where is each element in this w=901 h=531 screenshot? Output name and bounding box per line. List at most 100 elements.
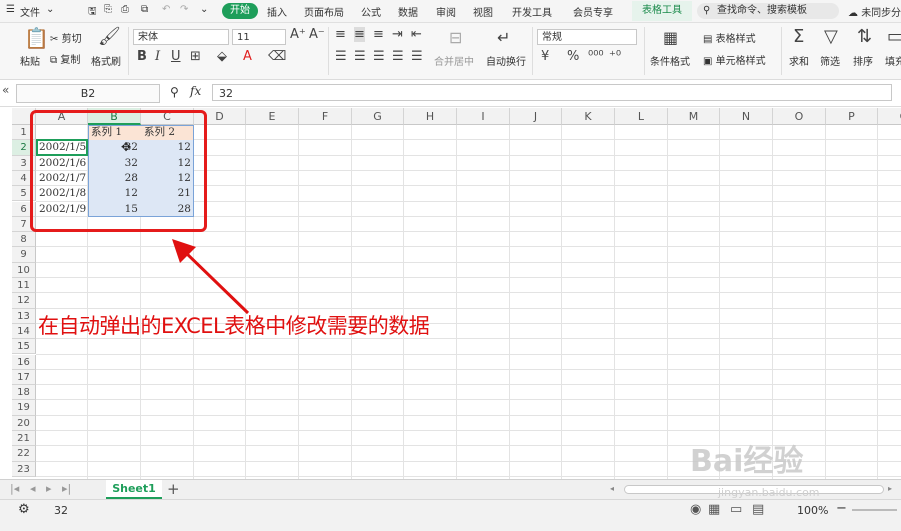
indent-icon[interactable]: ⇥ — [392, 27, 403, 42]
tab-formulas[interactable]: 公式 — [361, 4, 381, 19]
fill-button[interactable]: 填充 — [885, 53, 901, 68]
align-top-icon[interactable]: ≡ — [335, 27, 346, 42]
increase-decimal-icon[interactable]: ⁺⁰ — [609, 49, 621, 64]
column-header-l[interactable]: L — [615, 108, 668, 125]
row-header-14[interactable]: 14 — [12, 323, 36, 340]
filter-button[interactable]: 筛选 — [820, 53, 840, 68]
column-header-j[interactable]: J — [510, 108, 562, 125]
next-sheet-icon[interactable]: ▸ — [46, 482, 52, 495]
column-header-p[interactable]: P — [826, 108, 878, 125]
conditional-format-button[interactable]: 条件格式 — [650, 53, 690, 68]
row-header-11[interactable]: 11 — [12, 278, 36, 294]
outdent-icon[interactable]: ⇤ — [411, 27, 422, 42]
paste-icon[interactable]: 📋 — [24, 26, 49, 50]
last-sheet-icon[interactable]: ▸| — [62, 482, 71, 495]
scroll-right-icon[interactable]: ▸ — [888, 484, 892, 493]
tab-developer[interactable]: 开发工具 — [512, 4, 552, 19]
row-header-22[interactable]: 22 — [12, 446, 36, 462]
wrap-text-button[interactable]: 自动换行 — [486, 53, 526, 68]
print-icon[interactable]: ⎙ — [121, 4, 129, 15]
row-header-19[interactable]: 19 — [12, 400, 36, 416]
hamburger-icon[interactable]: ☰ — [6, 4, 15, 15]
row-header-20[interactable]: 20 — [12, 415, 36, 431]
sync-status[interactable]: ☁ 未同步 — [848, 4, 891, 19]
tab-review[interactable]: 审阅 — [436, 4, 456, 19]
clear-format-icon[interactable]: ⌫ — [268, 49, 286, 64]
tab-member[interactable]: 会员专享 — [573, 4, 613, 19]
tab-insert[interactable]: 插入 — [267, 4, 287, 19]
zoom-out-button[interactable]: − — [836, 501, 847, 516]
currency-button[interactable]: ¥ — [541, 49, 549, 64]
font-size-select[interactable]: 11 — [232, 29, 286, 45]
wrap-text-icon[interactable]: ↵ — [497, 28, 510, 47]
cell-style-button[interactable]: ▣ 单元格样式 — [703, 52, 766, 67]
first-sheet-icon[interactable]: |◂ — [10, 482, 19, 495]
column-header-n[interactable]: N — [720, 108, 773, 125]
row-header-16[interactable]: 16 — [12, 354, 36, 370]
column-header-e[interactable]: E — [246, 108, 299, 125]
tab-view[interactable]: 视图 — [473, 4, 493, 19]
merge-icon[interactable]: ⊟ — [449, 28, 462, 47]
align-left-icon[interactable]: ☰ — [335, 49, 347, 64]
scroll-left-icon[interactable]: ◂ — [610, 484, 624, 495]
undo-icon[interactable]: ↶ — [162, 4, 170, 15]
row-header-13[interactable]: 13 — [12, 308, 36, 324]
font-name-select[interactable]: 宋体 — [133, 29, 229, 45]
row-header-18[interactable]: 18 — [12, 385, 36, 401]
chevron-down-icon[interactable]: ⌄ — [200, 4, 208, 15]
sum-icon[interactable]: Σ — [793, 26, 804, 47]
align-center-icon[interactable]: ☰ — [354, 49, 366, 64]
column-header-h[interactable]: H — [404, 108, 457, 125]
bold-button[interactable]: B — [137, 49, 147, 64]
number-format-select[interactable]: 常规 — [537, 29, 637, 45]
column-header-o[interactable]: O — [773, 108, 826, 125]
row-header-23[interactable]: 23 — [12, 461, 36, 477]
borders-icon[interactable]: ⊞ — [190, 49, 201, 64]
add-sheet-button[interactable]: + — [167, 480, 180, 498]
tab-page-layout[interactable]: 页面布局 — [304, 4, 344, 19]
paste-button[interactable]: 粘贴 — [20, 53, 40, 68]
page-break-icon[interactable]: ▤ — [752, 502, 764, 517]
row-header-8[interactable]: 8 — [12, 232, 36, 248]
fill-color-icon[interactable]: ⬙ — [217, 49, 227, 64]
column-header-k[interactable]: K — [562, 108, 615, 125]
tab-home[interactable]: 开始 — [222, 3, 258, 19]
row-header-10[interactable]: 10 — [12, 262, 36, 278]
prev-sheet-icon[interactable]: ◂ — [30, 482, 36, 495]
format-painter-icon[interactable]: 🖌 — [98, 26, 121, 47]
export-icon[interactable]: ⎘ — [104, 4, 112, 15]
redo-icon[interactable]: ↷ — [180, 4, 188, 15]
column-header-i[interactable]: I — [457, 108, 510, 125]
preview-icon[interactable]: ⧉ — [141, 4, 148, 15]
zoom-level[interactable]: 100% — [797, 504, 828, 517]
align-middle-icon[interactable]: ≡ — [354, 27, 365, 42]
normal-view-icon[interactable]: ▦ — [708, 502, 720, 517]
italic-button[interactable]: I — [155, 49, 160, 64]
table-style-button[interactable]: ▤ 表格样式 — [703, 30, 756, 45]
conditional-format-icon[interactable]: ▦ — [663, 28, 678, 47]
sort-icon[interactable]: ⇅ — [857, 26, 872, 47]
tab-table-tools[interactable]: 表格工具 — [632, 1, 692, 21]
sum-button[interactable]: 求和 — [789, 53, 809, 68]
copy-button[interactable]: ⧉ 复制 — [50, 51, 80, 66]
chevron-down-icon[interactable]: ⌄ — [46, 4, 54, 15]
command-search[interactable]: ⚲ 查找命令、搜索模板 — [697, 3, 839, 19]
name-box[interactable]: B2 — [16, 84, 160, 103]
function-button[interactable]: fx — [190, 84, 201, 98]
save-icon[interactable]: 🖫 — [88, 4, 97, 21]
row-header-17[interactable]: 17 — [12, 369, 36, 386]
page-layout-icon[interactable]: ▭ — [730, 502, 742, 517]
tab-data[interactable]: 数据 — [398, 4, 418, 19]
zoom-slider[interactable] — [852, 509, 897, 511]
eye-icon[interactable]: ◉ — [690, 502, 701, 517]
row-header-15[interactable]: 15 — [12, 339, 36, 355]
distribute-icon[interactable]: ☰ — [411, 49, 423, 64]
decrease-font-icon[interactable]: A⁻ — [309, 27, 325, 42]
format-painter-button[interactable]: 格式刷 — [91, 53, 121, 68]
cut-button[interactable]: ✂ 剪切 — [50, 30, 82, 45]
column-header-m[interactable]: M — [668, 108, 720, 125]
column-header-g[interactable]: G — [352, 108, 404, 125]
formula-input[interactable]: 32 — [212, 84, 892, 101]
row-header-9[interactable]: 9 — [12, 247, 36, 263]
row-header-21[interactable]: 21 — [12, 431, 36, 447]
